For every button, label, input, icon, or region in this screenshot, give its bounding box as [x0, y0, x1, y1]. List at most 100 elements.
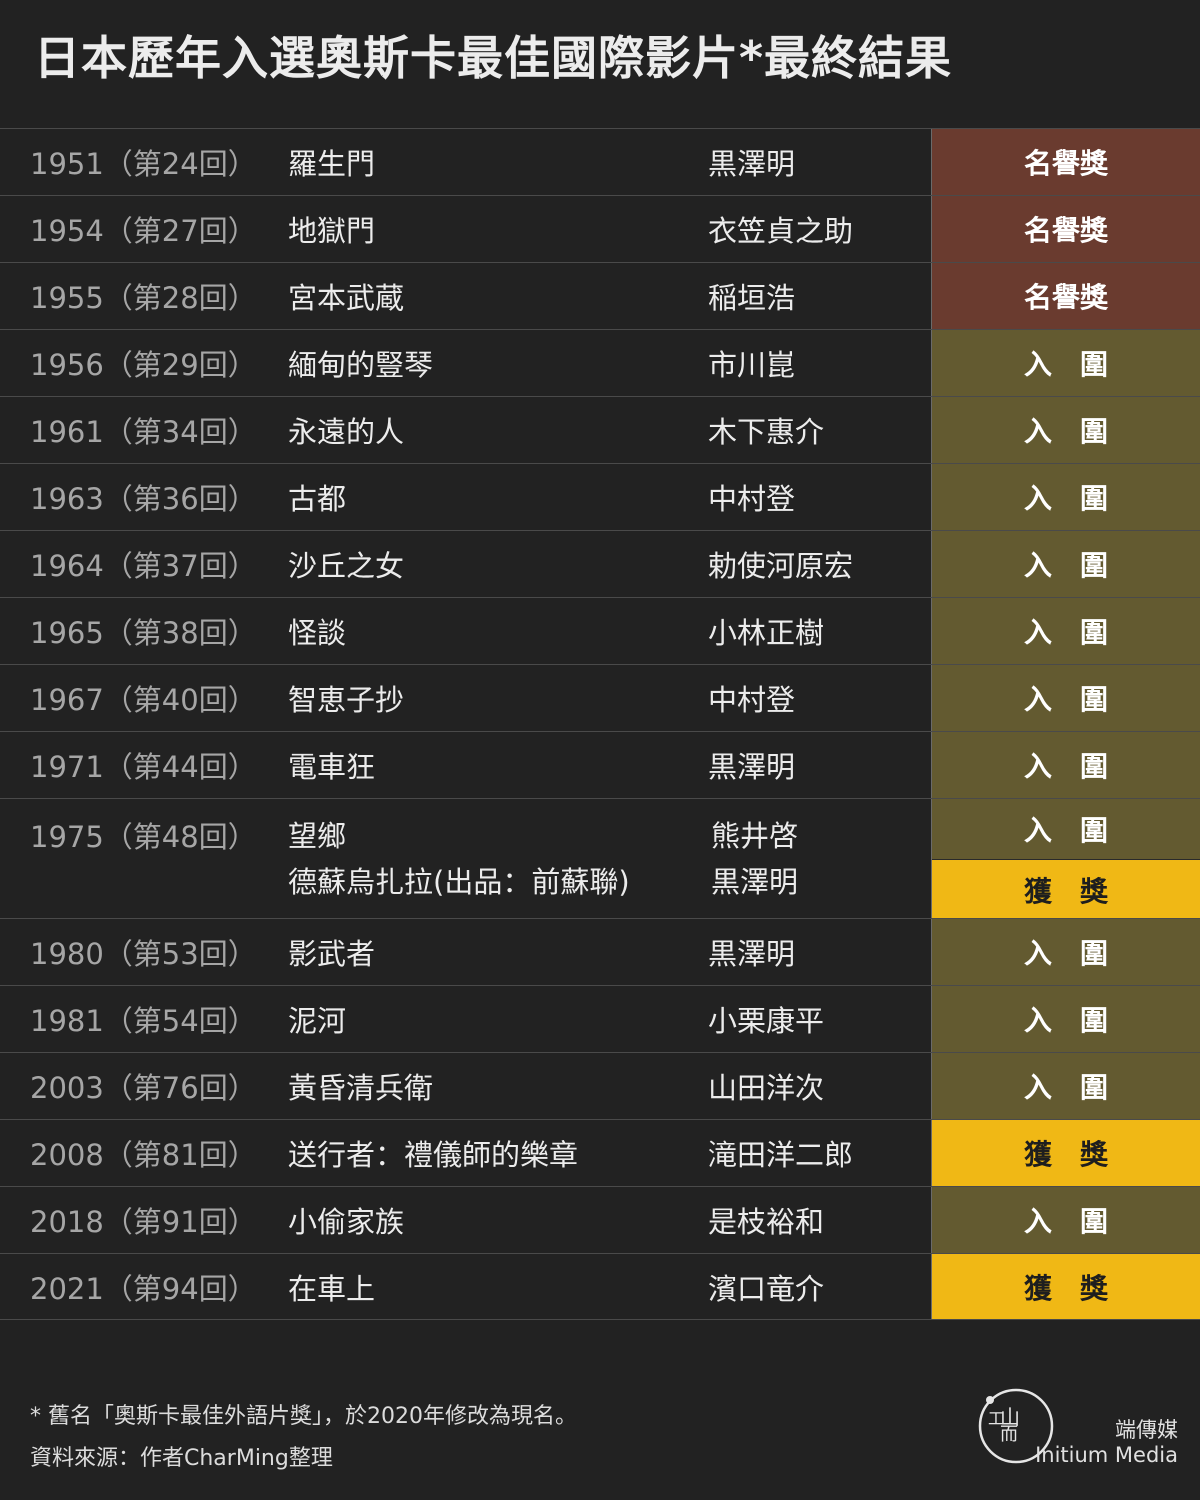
- film-cell: 泥河: [288, 1004, 347, 1038]
- result-badge: 入 圍: [932, 531, 1200, 597]
- film-cell: 黃昏清兵衛: [288, 1071, 434, 1105]
- result-badge: 獲 獎: [932, 1120, 1200, 1186]
- film-cell: 智恵子抄: [288, 683, 405, 717]
- film-cell: 古都: [288, 482, 347, 516]
- result-cell: 入 圍: [931, 1187, 1200, 1253]
- film-cell: 送行者：禮儀師的樂章: [288, 1138, 579, 1172]
- result-cell: 入 圍: [931, 464, 1200, 530]
- film-cell: 電車狂: [288, 750, 376, 784]
- page-title: 日本歷年入選奧斯卡最佳國際影片*最終結果: [34, 31, 953, 85]
- result-cell: 獲 獎: [931, 1120, 1200, 1186]
- film-cell: 影武者: [288, 937, 376, 971]
- director-cell: 滝田洋二郎: [708, 1138, 854, 1172]
- director-cell: 木下惠介: [708, 415, 825, 449]
- result-cell: 入 圍: [931, 732, 1200, 798]
- result-cell: 入 圍: [931, 986, 1200, 1052]
- film-cell: 怪談: [288, 616, 347, 650]
- year-cell: 1954（第27回）: [30, 214, 257, 248]
- table-row: 1975（第48回） 望鄉德蘇烏扎拉(出品：前蘇聯) 熊井啓黒澤明 入 圍獲 獎: [0, 798, 1200, 920]
- director-line: 熊井啓: [711, 818, 799, 853]
- director-cell: 黒澤明: [708, 147, 796, 181]
- result-badge: 入 圍: [932, 1187, 1200, 1253]
- result-cell: 名譽獎: [931, 129, 1200, 195]
- result-badge: 入 圍: [932, 1053, 1200, 1119]
- table-row: 1963（第36回） 古都 中村登 入 圍: [0, 463, 1200, 530]
- director-cell: 小栗康平: [708, 1004, 825, 1038]
- result-badge: 獲 獎: [932, 859, 1200, 920]
- director-cell: 衣笠貞之助: [708, 214, 854, 248]
- table-row: 1981（第54回） 泥河 小栗康平 入 圍: [0, 985, 1200, 1052]
- table-row: 1971（第44回） 電車狂 黒澤明 入 圍: [0, 731, 1200, 798]
- year-cell: 1964（第37回）: [30, 549, 257, 583]
- film-title-line: 德蘇烏扎拉(出品：前蘇聯): [288, 864, 630, 899]
- film-cell: 在車上: [288, 1271, 376, 1306]
- source-note: 資料來源：作者CharMing整理: [30, 1446, 333, 1471]
- result-cell: 入 圍: [931, 531, 1200, 597]
- table-row: 2003（第76回） 黃昏清兵衛 山田洋次 入 圍: [0, 1052, 1200, 1119]
- director-cell: 黒澤明: [708, 937, 796, 971]
- result-badge: 入 圍: [932, 397, 1200, 463]
- result-cell: 入 圍: [931, 330, 1200, 396]
- director-cell: 勅使河原宏: [708, 549, 854, 583]
- director-cell: 中村登: [708, 683, 796, 717]
- year-cell: 1951（第24回）: [30, 147, 257, 181]
- results-table: 1951（第24回） 羅生門 黒澤明 名譽獎 1954（第27回） 地獄門 衣笠貞之助 名譽獎…: [0, 128, 1200, 1320]
- table-row: 1961（第34回） 永遠的人 木下惠介 入 圍: [0, 396, 1200, 463]
- footnote: * 舊名「奧斯卡最佳外語片獎」，於2020年修改為現名。: [30, 1404, 577, 1429]
- svg-text:而: 而: [1000, 1424, 1018, 1445]
- year-cell: 1981（第54回）: [30, 1004, 257, 1038]
- director-cell: 小林正樹: [708, 616, 825, 650]
- film-cell: 羅生門: [288, 147, 376, 181]
- year-cell: 2003（第76回）: [30, 1071, 257, 1105]
- year-cell: 1956（第29回）: [30, 348, 257, 382]
- year-cell: 1965（第38回）: [30, 616, 257, 650]
- director-cell: 濱口竜介: [708, 1271, 825, 1306]
- director-cell: 是枝裕和: [708, 1205, 825, 1239]
- table-row: 1980（第53回） 影武者 黒澤明 入 圍: [0, 918, 1200, 985]
- director-cell: 黒澤明: [708, 750, 796, 784]
- result-badge: 入 圍: [932, 986, 1200, 1052]
- result-badge: 名譽獎: [932, 196, 1200, 262]
- film-cell: 永遠的人: [288, 415, 405, 449]
- year-cell: 1975（第48回）: [30, 820, 257, 854]
- year-cell: 1971（第44回）: [30, 750, 257, 784]
- table-row: 1956（第29回） 緬甸的豎琴 市川崑 入 圍: [0, 329, 1200, 396]
- year-cell: 1961（第34回）: [30, 415, 257, 449]
- director-cell: 中村登: [708, 482, 796, 516]
- table-row: 1967（第40回） 智恵子抄 中村登 入 圍: [0, 664, 1200, 731]
- result-badge: 入 圍: [932, 665, 1200, 731]
- result-cell: 入 圍: [931, 919, 1200, 985]
- result-cell: 名譽獎: [931, 263, 1200, 329]
- year-cell: 2018（第91回）: [30, 1205, 257, 1239]
- director-cell: 稲垣浩: [708, 281, 796, 315]
- result-cell: 入 圍: [931, 598, 1200, 664]
- film-title-line: 望鄉: [288, 818, 347, 853]
- result-badge: 入 圍: [932, 799, 1200, 859]
- table-row: 1964（第37回） 沙丘之女 勅使河原宏 入 圍: [0, 530, 1200, 597]
- logo-english: Initium Media: [1035, 1443, 1178, 1467]
- film-cell: 地獄門: [288, 214, 376, 248]
- result-cell: 入 圍: [931, 665, 1200, 731]
- film-cell: 小偷家族: [288, 1205, 405, 1239]
- year-cell: 2008（第81回）: [30, 1138, 257, 1172]
- result-badge: 名譽獎: [932, 129, 1200, 195]
- year-cell: 1980（第53回）: [30, 937, 257, 971]
- table-row: 2018（第91回） 小偷家族 是枝裕和 入 圍: [0, 1186, 1200, 1253]
- result-badge: 入 圍: [932, 598, 1200, 664]
- film-cell: 宮本武蔵: [288, 281, 405, 315]
- result-cell: 入 圍: [931, 1053, 1200, 1119]
- year-cell: 1955（第28回）: [30, 281, 257, 315]
- result-cell: 名譽獎: [931, 196, 1200, 262]
- table-row: 2021（第94回） 在車上 濱口竜介 獲 獎: [0, 1253, 1200, 1320]
- year-cell: 1963（第36回）: [30, 482, 257, 516]
- result-cell: 入 圍: [931, 397, 1200, 463]
- year-cell: 2021（第94回）: [30, 1271, 257, 1306]
- table-row: 1951（第24回） 羅生門 黒澤明 名譽獎: [0, 128, 1200, 195]
- result-badge: 入 圍: [932, 732, 1200, 798]
- film-cell: 沙丘之女: [288, 549, 405, 583]
- film-cell: 緬甸的豎琴: [288, 348, 434, 382]
- result-cell: 獲 獎: [931, 1254, 1200, 1319]
- director-cell: 山田洋次: [708, 1071, 825, 1105]
- table-row: 2008（第81回） 送行者：禮儀師的樂章 滝田洋二郎 獲 獎: [0, 1119, 1200, 1186]
- director-line: 黒澤明: [711, 864, 799, 899]
